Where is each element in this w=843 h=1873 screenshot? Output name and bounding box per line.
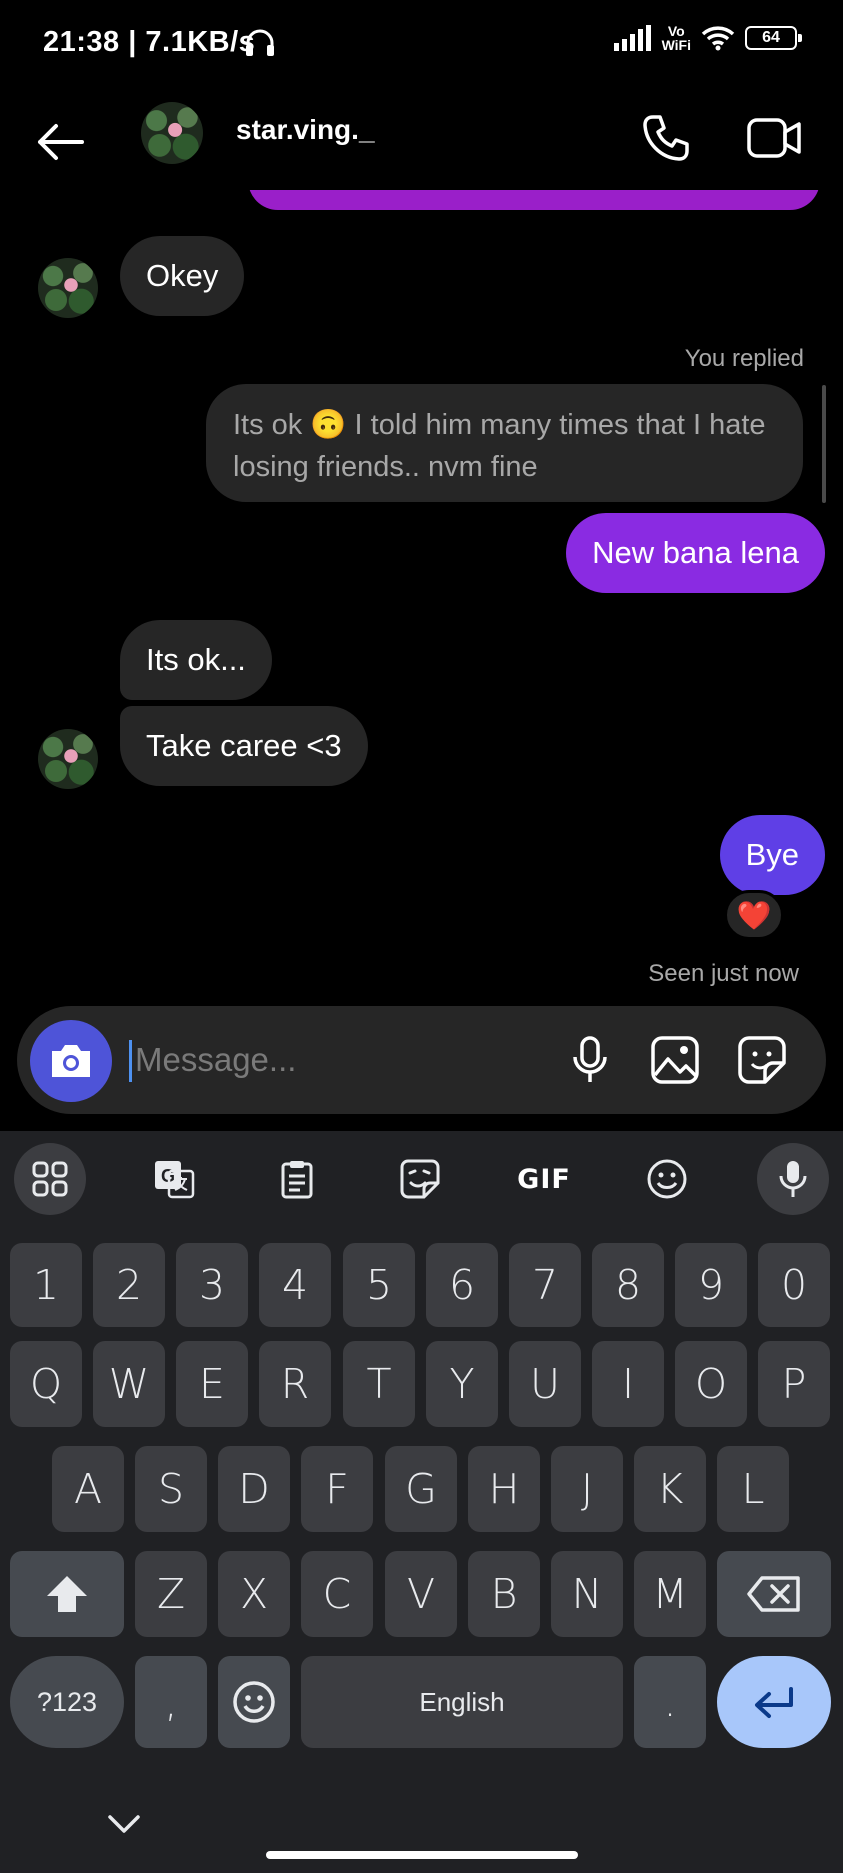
key-g[interactable]: G [385,1446,457,1532]
key-t[interactable]: T [343,1341,415,1427]
quoted-reply-bubble[interactable]: Its ok 🙃 I told him many times that I ha… [206,384,803,502]
back-button[interactable] [30,112,90,172]
key-b[interactable]: B [468,1551,540,1637]
key-d[interactable]: D [218,1446,290,1532]
microphone-icon [573,1036,607,1082]
key-9[interactable]: 9 [675,1243,747,1327]
heart-reaction[interactable]: ❤️ [724,890,784,940]
contact-avatar[interactable] [38,258,98,318]
keyboard-voice-button[interactable] [757,1143,829,1215]
key-i[interactable]: I [592,1341,664,1427]
key-s[interactable]: S [135,1446,207,1532]
sticker-button[interactable] [734,1032,790,1088]
key-1[interactable]: 1 [10,1243,82,1327]
sticker-icon [400,1159,440,1199]
key-m[interactable]: M [634,1551,706,1637]
comma-key[interactable]: , [135,1656,207,1748]
key-a[interactable]: A [52,1446,124,1532]
video-camera-icon [747,118,801,158]
grid-icon [32,1161,68,1197]
emoji-icon [647,1159,687,1199]
message-composer [17,1006,826,1114]
space-key[interactable]: English [301,1656,623,1748]
reply-quote-bar [822,385,826,503]
contact-avatar[interactable] [141,102,203,164]
key-p[interactable]: P [758,1341,830,1427]
home-indicator[interactable] [266,1851,578,1859]
key-o[interactable]: O [675,1341,747,1427]
key-7[interactable]: 7 [509,1243,581,1327]
key-k[interactable]: K [634,1446,706,1532]
key-n[interactable]: N [551,1551,623,1637]
key-e[interactable]: E [176,1341,248,1427]
sticker-icon [738,1036,786,1084]
key-h[interactable]: H [468,1446,540,1532]
clipboard-icon [281,1161,313,1199]
contact-name[interactable]: star.ving._ [236,114,375,146]
key-3[interactable]: 3 [176,1243,248,1327]
key-l[interactable]: L [717,1446,789,1532]
backspace-key[interactable] [717,1551,831,1637]
message-outgoing[interactable]: Bye [719,815,825,895]
seen-status: Seen just now [648,960,799,987]
message-incoming[interactable]: Its ok... [120,620,272,700]
arrow-left-icon [38,124,84,160]
key-y[interactable]: Y [426,1341,498,1427]
translate-icon: G [155,1161,195,1199]
image-icon [651,1036,699,1084]
key-4[interactable]: 4 [259,1243,331,1327]
key-8[interactable]: 8 [592,1243,664,1327]
key-u[interactable]: U [509,1341,581,1427]
emoji-icon [233,1681,275,1723]
key-x[interactable]: X [218,1551,290,1637]
hide-keyboard-chevron-icon[interactable] [104,1805,144,1845]
heart-icon: ❤️ [736,899,772,931]
key-z[interactable]: Z [135,1551,207,1637]
message-input[interactable] [135,1032,465,1088]
keyboard-toolbar: G GIF [0,1131,843,1227]
keyboard-menu-button[interactable] [14,1143,86,1215]
key-2[interactable]: 2 [93,1243,165,1327]
microphone-icon [779,1161,807,1197]
gif-button[interactable]: GIF [508,1143,580,1215]
text-cursor [129,1040,132,1082]
video-call-button[interactable] [744,108,804,168]
audio-call-button[interactable] [636,108,696,168]
key-0[interactable]: 0 [758,1243,830,1327]
message-incoming[interactable]: Take caree <3 [120,706,368,786]
message-incoming[interactable]: Okey [120,236,245,316]
translate-button[interactable]: G [138,1143,210,1215]
voice-message-button[interactable] [562,1032,618,1088]
key-v[interactable]: V [385,1551,457,1637]
key-q[interactable]: Q [10,1341,82,1427]
contact-avatar[interactable] [38,729,98,789]
camera-button[interactable] [30,1020,112,1102]
message-outgoing[interactable]: New bana lena [566,513,825,593]
shift-icon [47,1576,87,1612]
you-replied-label: You replied [684,345,804,372]
symbols-key[interactable]: ?123 [10,1656,124,1748]
key-j[interactable]: J [551,1446,623,1532]
keyboard-sticker-button[interactable] [384,1143,456,1215]
emoji-key[interactable] [218,1656,290,1748]
emoji-button[interactable] [631,1143,703,1215]
period-key[interactable]: . [634,1656,706,1748]
chat-header: star.ving._ [0,90,843,190]
backspace-icon [747,1576,800,1612]
enter-icon [755,1687,793,1718]
gif-label: GIF [517,1163,571,1195]
key-f[interactable]: F [301,1446,373,1532]
key-5[interactable]: 5 [343,1243,415,1327]
gallery-button[interactable] [647,1032,703,1088]
camera-icon [52,1045,90,1077]
enter-key[interactable] [717,1656,831,1748]
shift-key[interactable] [10,1551,124,1637]
key-6[interactable]: 6 [426,1243,498,1327]
key-c[interactable]: C [301,1551,373,1637]
phone-icon [643,115,689,161]
key-r[interactable]: R [259,1341,331,1427]
clipboard-button[interactable] [261,1143,333,1215]
key-w[interactable]: W [93,1341,165,1427]
on-screen-keyboard: G GIF 1 2 3 4 5 6 7 8 9 0 Q W E R T Y U … [0,1131,843,1873]
